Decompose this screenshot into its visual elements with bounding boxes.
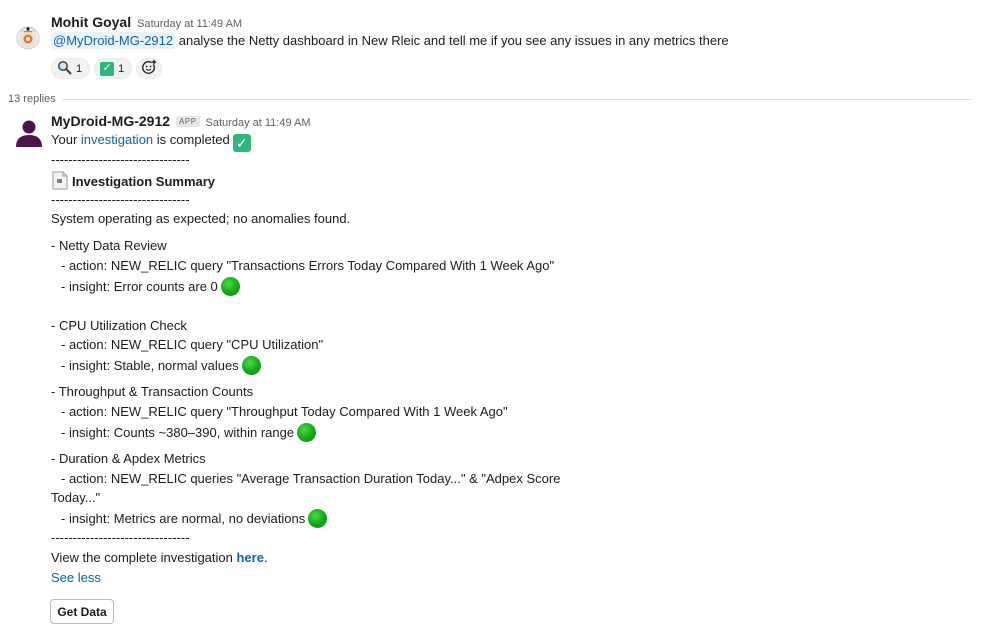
message-timestamp[interactable]: Saturday at 11:49 AM bbox=[137, 18, 242, 30]
insight-text: - insight: Metrics are normal, no deviat… bbox=[61, 511, 306, 526]
view-complete-text: . bbox=[263, 550, 268, 565]
app-badge: APP bbox=[176, 116, 200, 127]
reaction-count: 1 bbox=[118, 62, 125, 75]
green-circle-icon bbox=[297, 423, 317, 442]
reaction-check[interactable]: ✓ 1 bbox=[94, 58, 133, 79]
author-name[interactable]: MyDroid-MG-2912 bbox=[51, 113, 170, 129]
completion-text: is completed bbox=[153, 132, 230, 147]
completion-text: Your bbox=[51, 132, 81, 147]
insight-text: - insight: Counts ~380–390, within range bbox=[61, 425, 295, 440]
section-action: - action: NEW_RELIC queries "Average Tra… bbox=[61, 471, 561, 486]
green-circle-icon bbox=[308, 509, 328, 528]
section-action: - action: NEW_RELIC query "CPU Utilizati… bbox=[61, 337, 324, 352]
magnifier-emoji-icon bbox=[57, 60, 72, 78]
green-circle-icon bbox=[241, 356, 261, 375]
author-name[interactable]: Mohit Goyal bbox=[51, 14, 131, 30]
green-circle-icon bbox=[220, 277, 240, 296]
slack-thread: Mohit Goyal Saturday at 11:49 AM @MyDroi… bbox=[0, 0, 985, 631]
add-reaction-button[interactable] bbox=[136, 58, 163, 79]
message-body: analyse the Netty dashboard in New Rleic… bbox=[175, 33, 729, 48]
status-text: System operating as expected; no anomali… bbox=[51, 211, 351, 226]
user-mention[interactable]: @MyDroid-MG-2912 bbox=[51, 32, 176, 49]
message-header: Mohit Goyal Saturday at 11:49 AM bbox=[51, 14, 242, 32]
section-action: - action: NEW_RELIC query "Transactions … bbox=[61, 258, 555, 273]
section-title: - Netty Data Review bbox=[51, 238, 167, 253]
section-insight: - insight: Metrics are normal, no deviat… bbox=[51, 509, 328, 528]
section-action-continued: Today..." bbox=[51, 490, 101, 505]
reactions-bar: 1 ✓ 1 bbox=[51, 58, 163, 79]
message-timestamp[interactable]: Saturday at 11:49 AM bbox=[206, 117, 311, 129]
check-mark-emoji-icon: ✓ bbox=[100, 61, 115, 76]
separator-dashes: -------------------------------- bbox=[51, 530, 190, 545]
view-complete-line: View the complete investigation here. bbox=[51, 549, 268, 567]
here-link[interactable]: here bbox=[236, 550, 263, 565]
separator-dashes: -------------------------------- bbox=[51, 192, 190, 207]
reaction-magnifier[interactable]: 1 bbox=[51, 58, 91, 79]
separator-dashes: -------------------------------- bbox=[51, 152, 190, 167]
check-mark-emoji-icon: ✓ bbox=[232, 134, 251, 152]
view-complete-text: View the complete investigation bbox=[51, 550, 237, 565]
replies-count: 13 replies bbox=[8, 93, 56, 105]
insight-text: - insight: Stable, normal values bbox=[61, 358, 239, 373]
insight-text: - insight: Error counts are 0 bbox=[61, 279, 218, 294]
reaction-count: 1 bbox=[76, 62, 83, 75]
section-action: - action: NEW_RELIC query "Throughput To… bbox=[61, 404, 508, 419]
section-insight: - insight: Stable, normal values bbox=[51, 356, 261, 375]
summary-title: Investigation Summary bbox=[72, 174, 216, 189]
get-data-button[interactable]: Get Data bbox=[50, 599, 114, 624]
investigation-link[interactable]: investigation bbox=[81, 132, 153, 147]
completion-line: Your investigation is completed ✓ bbox=[51, 131, 251, 152]
avatar-mohit-goyal[interactable] bbox=[14, 22, 42, 50]
section-title: - Throughput & Transaction Counts bbox=[51, 384, 254, 399]
section-title: - CPU Utilization Check bbox=[51, 318, 187, 333]
replies-divider: 13 replies bbox=[8, 92, 971, 106]
avatar-mydroid[interactable] bbox=[14, 117, 42, 147]
message-text: @MyDroid-MG-2912 analyse the Netty dashb… bbox=[51, 32, 729, 49]
section-insight: - insight: Error counts are 0 bbox=[51, 277, 240, 296]
add-emoji-icon bbox=[141, 59, 157, 78]
message-header: MyDroid-MG-2912 APP Saturday at 11:49 AM bbox=[51, 113, 311, 131]
section-insight: - insight: Counts ~380–390, within range bbox=[51, 423, 317, 442]
section-title: - Duration & Apdex Metrics bbox=[51, 451, 206, 466]
divider-line bbox=[61, 98, 971, 100]
see-less-link[interactable]: See less bbox=[51, 569, 101, 587]
